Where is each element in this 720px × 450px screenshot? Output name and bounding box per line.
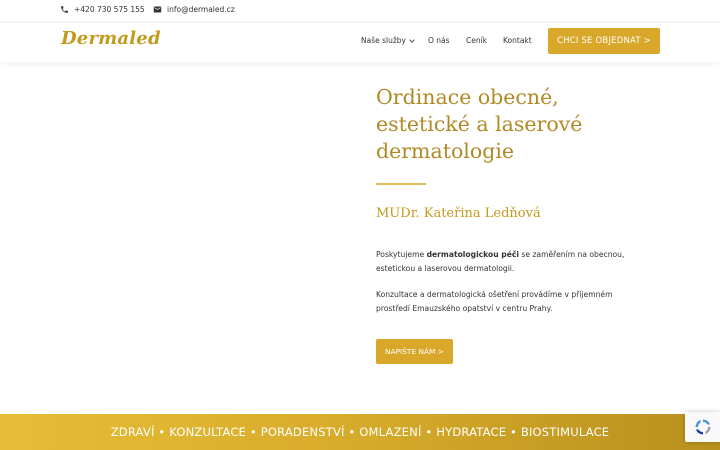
logo[interactable]: Dermaled bbox=[61, 28, 161, 49]
nav-item-services[interactable]: Naše služby bbox=[361, 36, 415, 45]
phone-text: +420 730 575 155 bbox=[74, 5, 145, 14]
write-us-button[interactable]: NAPIŠTE NÁM > bbox=[376, 339, 453, 364]
top-bar: +420 730 575 155 info@dermaled.cz bbox=[0, 0, 720, 22]
recaptcha-badge[interactable] bbox=[685, 412, 720, 442]
phone-link[interactable]: +420 730 575 155 bbox=[60, 5, 145, 14]
hero-title: Ordinace obecné, estetické a laserové de… bbox=[376, 85, 583, 163]
nav-item-about[interactable]: O nás bbox=[428, 36, 450, 45]
phone-icon bbox=[61, 6, 68, 13]
services-band: ZDRAVÍ • KONZULTACE • PORADENSTVÍ • OMLA… bbox=[0, 414, 720, 450]
order-button[interactable]: CHCI SE OBJEDNAT > bbox=[548, 28, 660, 54]
intro-bold: dermatologickou péči bbox=[426, 250, 519, 259]
nav-item-pricing[interactable]: Ceník bbox=[466, 36, 487, 45]
title-divider bbox=[376, 183, 426, 185]
email-text: info@dermaled.cz bbox=[167, 5, 235, 14]
recaptcha-icon bbox=[695, 419, 710, 435]
intro-paragraph: Poskytujeme dermatologickou péči se zamě… bbox=[376, 250, 625, 273]
mail-icon bbox=[153, 6, 162, 13]
site-header: Dermaled Naše služby O nás Ceník Kontakt… bbox=[0, 22, 720, 62]
location-paragraph: Konzultace a dermatologická ošetření pro… bbox=[376, 290, 613, 313]
email-link[interactable]: info@dermaled.cz bbox=[153, 5, 235, 14]
nav-services-label: Naše služby bbox=[361, 36, 406, 45]
chevron-down-icon bbox=[409, 36, 415, 43]
nav-item-contact[interactable]: Kontakt bbox=[503, 36, 532, 45]
services-band-text: ZDRAVÍ • KONZULTACE • PORADENSTVÍ • OMLA… bbox=[110, 425, 610, 439]
doctor-name: MUDr. Kateřina Ledňová bbox=[376, 206, 541, 221]
